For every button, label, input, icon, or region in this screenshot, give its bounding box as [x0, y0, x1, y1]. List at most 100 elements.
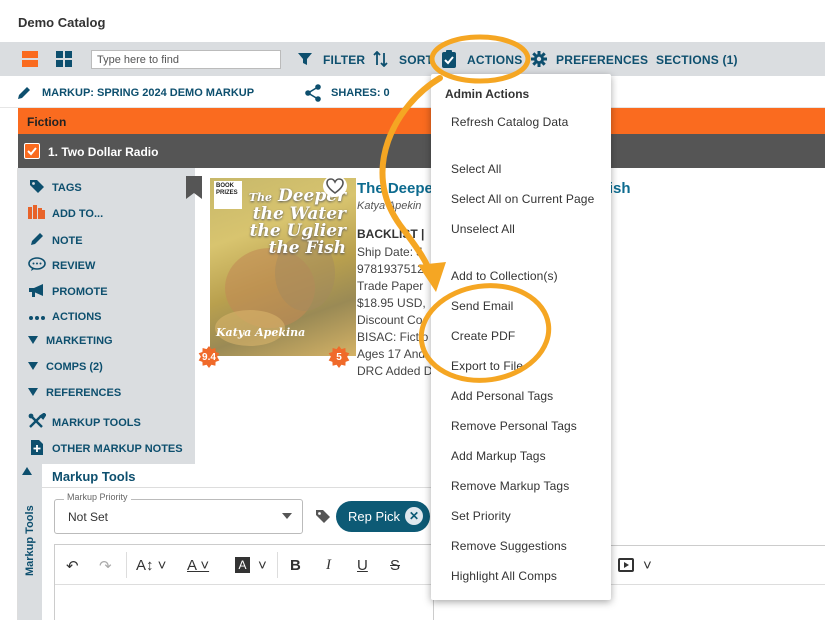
app-title: Demo Catalog	[18, 15, 106, 30]
sidebar-item-promote[interactable]: PROMOTE	[28, 283, 108, 301]
publisher-checkbox[interactable]	[24, 143, 40, 159]
triangle-down-icon	[28, 362, 38, 372]
markup-selector[interactable]: MARKUP: SPRING 2024 DEMO MARKUP	[42, 87, 254, 99]
font-color-icon[interactable]: A ˅	[187, 557, 209, 574]
filter-icon[interactable]	[298, 52, 312, 66]
sort-button[interactable]: SORT	[399, 53, 433, 67]
menu-item-create-pdf[interactable]: Create PDF	[451, 329, 515, 343]
publisher-label: 1. Two Dollar Radio	[48, 145, 159, 159]
sidebar-item-marketing[interactable]: MARKETING	[28, 335, 113, 347]
triangle-down-icon	[28, 336, 38, 346]
remove-tag-icon[interactable]: ✕	[405, 507, 423, 525]
search-input[interactable]	[91, 50, 281, 69]
sidebar-item-markup-tools[interactable]: MARKUP TOOLS	[28, 412, 141, 432]
sidebar-item-label: OTHER MARKUP NOTES	[52, 443, 183, 455]
menu-item-remove-markup-tags[interactable]: Remove Markup Tags	[451, 479, 569, 493]
font-size-icon[interactable]: A↕ ˅	[136, 557, 166, 574]
sidebar-item-label: ADD TO...	[52, 207, 104, 220]
menu-item-unselect-all[interactable]: Unselect All	[451, 222, 515, 236]
menu-item-send-email[interactable]: Send Email	[451, 299, 513, 313]
menu-item-add-markup-tags[interactable]: Add Markup Tags	[451, 449, 546, 463]
menu-item-highlight-all-comps[interactable]: Highlight All Comps	[451, 569, 557, 583]
heart-icon[interactable]	[323, 175, 347, 197]
filter-button[interactable]: FILTER	[323, 53, 365, 67]
cover-title: The Deeper the Water the Uglier the Fish	[248, 186, 346, 258]
highlight-color-icon[interactable]: A	[235, 557, 250, 573]
sidebar-item-label: REVIEW	[52, 260, 96, 272]
bookmark-icon[interactable]	[185, 176, 203, 200]
speech-bubble-icon	[28, 257, 46, 275]
sidebar-item-label: TAGS	[52, 181, 82, 194]
caret-down-icon[interactable]	[282, 511, 292, 521]
tag-icon	[28, 179, 46, 196]
sidebar-item-comps[interactable]: COMPS (2)	[28, 361, 103, 373]
strikethrough-icon[interactable]: S	[390, 557, 400, 574]
section-header	[18, 108, 825, 134]
sidebar-item-add-to[interactable]: ADD TO...	[28, 205, 103, 222]
sort-icon[interactable]	[373, 50, 389, 68]
menu-item-export-to-file[interactable]: Export to File	[451, 359, 523, 373]
menu-item-select-all-page[interactable]: Select All on Current Page	[451, 192, 594, 206]
redo-icon[interactable]: ↷	[99, 557, 112, 575]
book-detail-status: BACKLIST |	[357, 227, 425, 241]
cover-author: Katya Apekina	[216, 326, 306, 339]
list-view-icon[interactable]	[22, 51, 38, 67]
sidebar-item-review[interactable]: REVIEW	[28, 257, 95, 275]
share-icon[interactable]	[304, 84, 322, 102]
tag-chip-label: Rep Pick	[348, 509, 401, 524]
left-gutter	[0, 168, 18, 620]
menu-item-set-priority[interactable]: Set Priority	[451, 509, 511, 523]
gear-icon[interactable]	[531, 51, 547, 67]
italic-icon[interactable]: I	[326, 557, 331, 574]
sidebar-item-label: MARKUP TOOLS	[52, 416, 141, 429]
toolbar-divider	[126, 552, 127, 578]
menu-item-remove-suggestions[interactable]: Remove Suggestions	[451, 539, 567, 553]
book-detail-ages: Ages 17 And	[357, 347, 426, 361]
book-detail-drc: DRC Added D	[357, 364, 433, 378]
document-plus-icon	[28, 439, 46, 459]
actions-button[interactable]: ACTIONS	[467, 53, 522, 67]
chevron-down-icon[interactable]: ˅	[643, 557, 652, 574]
sidebar-item-note[interactable]: NOTE	[28, 231, 83, 250]
menu-heading: Admin Actions	[445, 87, 530, 101]
sidebar-item-other-markup-notes[interactable]: OTHER MARKUP NOTES	[28, 439, 183, 459]
book-detail-price: $18.95 USD,	[357, 296, 426, 310]
book-detail-isbn: 9781937512	[357, 262, 424, 276]
markup-tools-vertical-label: Markup Tools	[24, 505, 36, 576]
video-icon[interactable]	[618, 558, 634, 572]
sidebar-item-label: ACTIONS	[52, 310, 102, 323]
book-detail-ship-date: Ship Date: J	[357, 245, 423, 259]
underline-icon[interactable]: U	[357, 557, 368, 574]
tag-icon	[315, 509, 331, 526]
sidebar-item-references[interactable]: REFERENCES	[28, 387, 121, 399]
sections-button[interactable]: SECTIONS (1)	[656, 53, 738, 67]
book-detail-bisac: BISAC: Fictio	[357, 330, 429, 344]
sidebar-item-tags[interactable]: TAGS	[28, 179, 82, 196]
book-author[interactable]: Katya Apekin	[357, 200, 421, 212]
markup-priority-value: Not Set	[68, 510, 109, 524]
sidebar-item-actions[interactable]: ACTIONS	[28, 309, 102, 324]
book-detail-format: Trade Paper	[357, 279, 424, 293]
grid-view-icon[interactable]	[56, 51, 72, 67]
bold-icon[interactable]: B	[290, 557, 301, 574]
pencil-icon	[28, 231, 46, 250]
sidebar-item-label: PROMOTE	[52, 286, 108, 298]
sidebar-item-label: REFERENCES	[46, 387, 122, 399]
menu-item-add-to-collection[interactable]: Add to Collection(s)	[451, 269, 558, 283]
book-title[interactable]: The Deepe	[357, 180, 433, 197]
markup-tools-title: Markup Tools	[52, 469, 136, 484]
collapse-up-icon[interactable]	[22, 467, 32, 478]
menu-item-add-personal-tags[interactable]: Add Personal Tags	[451, 389, 553, 403]
megaphone-icon	[28, 283, 46, 301]
preferences-button[interactable]: PREFERENCES	[556, 53, 648, 67]
menu-item-remove-personal-tags[interactable]: Remove Personal Tags	[451, 419, 577, 433]
menu-item-select-all[interactable]: Select All	[451, 162, 501, 176]
undo-icon[interactable]: ↶	[66, 557, 79, 575]
shares-button[interactable]: SHARES: 0	[331, 87, 390, 99]
section-label: Fiction	[27, 115, 67, 129]
chevron-down-icon[interactable]: ˅	[258, 557, 267, 574]
sidebar-item-label: NOTE	[52, 234, 83, 247]
menu-item-refresh-catalog-data[interactable]: Refresh Catalog Data	[451, 115, 568, 129]
clipboard-check-icon[interactable]	[441, 50, 457, 68]
toolbar-divider	[277, 552, 278, 578]
